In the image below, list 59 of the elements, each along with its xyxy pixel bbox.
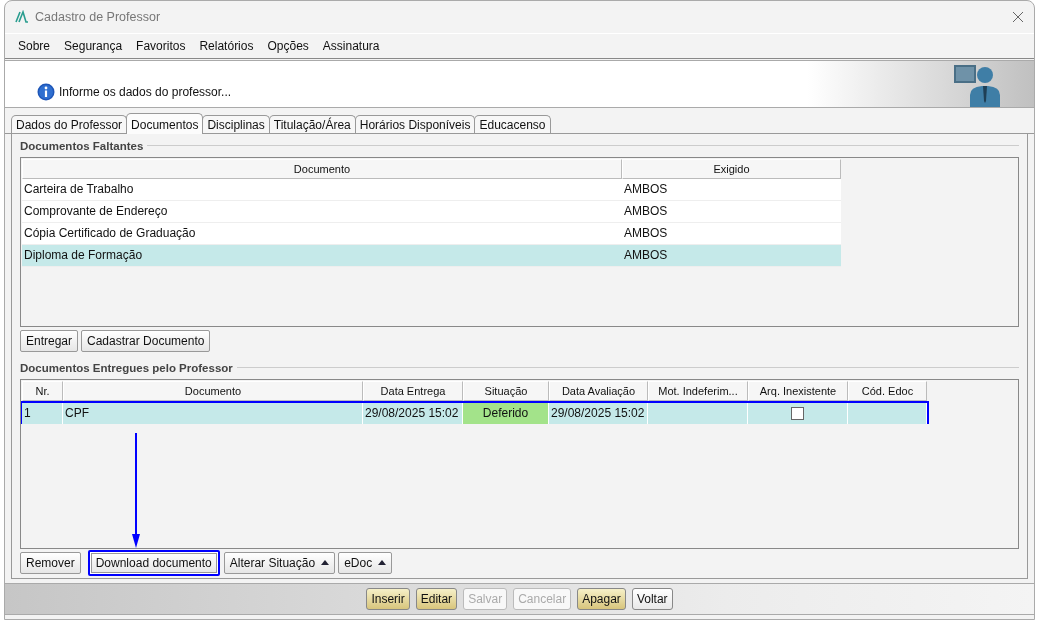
- tab[interactable]: Educacenso: [474, 114, 551, 133]
- status-cell: Deferido: [463, 402, 549, 424]
- menu-item[interactable]: Opções: [260, 39, 316, 54]
- table-row[interactable]: Cópia Certificado de Graduação AMBOS: [22, 222, 841, 245]
- column-header: Situação: [463, 380, 549, 401]
- header-message: Informe os dados do professor...: [59, 85, 232, 100]
- app-logo-icon: [15, 10, 29, 25]
- column-header: Data Avaliação: [549, 380, 648, 401]
- close-icon[interactable]: [1012, 11, 1024, 24]
- table-cell-text: Diploma de Formação: [23, 247, 144, 264]
- table-row[interactable]: Comprovante de Endereço AMBOS: [22, 200, 841, 223]
- dropdown-button[interactable]: Alterar Situação: [223, 551, 336, 574]
- tab[interactable]: Titulação/Área: [268, 114, 356, 133]
- table-row[interactable]: Carteira de Trabalho AMBOS: [22, 178, 841, 201]
- tab[interactable]: Dados do Professor: [11, 114, 128, 133]
- button[interactable]: Entregar: [20, 329, 79, 352]
- window-title: Cadastro de Professor: [35, 10, 161, 25]
- table-cell-text: Cópia Certificado de Graduação: [23, 225, 197, 242]
- column-header: Cód. Edoc: [848, 380, 927, 401]
- table-cell-text: AMBOS: [623, 247, 669, 264]
- table-cell-text: Comprovante de Endereço: [23, 203, 169, 220]
- info-icon: [37, 83, 55, 102]
- column-header: Exigido: [622, 158, 841, 179]
- dropdown-button[interactable]: eDoc: [338, 551, 393, 574]
- action-button[interactable]: Editar: [415, 587, 458, 610]
- caret-icon: [378, 559, 387, 566]
- action-button[interactable]: Inserir: [366, 587, 410, 610]
- caret-icon: [321, 559, 330, 566]
- table-cell: CPF: [63, 402, 363, 424]
- table-cell-text: AMBOS: [623, 203, 669, 220]
- column-header: Data Entrega: [363, 380, 463, 401]
- table-cell-text: Carteira de Trabalho: [23, 181, 135, 198]
- menu-item[interactable]: Sobre: [11, 39, 58, 54]
- action-button[interactable]: Apagar: [577, 587, 626, 610]
- tab[interactable]: Horários Disponíveis: [354, 114, 476, 133]
- checkbox[interactable]: [791, 406, 804, 420]
- column-header: Mot. Indeferim...: [648, 380, 748, 401]
- button[interactable]: Cadastrar Documento: [81, 329, 211, 352]
- column-header: Documento: [22, 158, 622, 179]
- button[interactable]: Download documento: [87, 549, 220, 576]
- menu-item[interactable]: Assinatura: [315, 39, 387, 54]
- column-header: Nr.: [22, 380, 63, 401]
- column-header: Documento: [63, 380, 363, 401]
- table-cell: 29/08/2025 15:02: [549, 402, 648, 424]
- table-cell-text: AMBOS: [623, 181, 669, 198]
- tab[interactable]: Disciplinas: [202, 114, 270, 133]
- table-row[interactable]: 1 CPF 29/08/2025 15:02 Deferido 29/08/2025 15:02: [21, 400, 929, 424]
- action-button[interactable]: Voltar: [631, 587, 673, 610]
- tab[interactable]: Documentos: [126, 112, 204, 134]
- menu-item[interactable]: Segurança: [57, 39, 130, 54]
- column-header: Arq. Inexistente: [748, 380, 848, 401]
- menu-item[interactable]: Relatórios: [192, 39, 261, 54]
- group-title: Documentos Entregues pelo Professor: [20, 361, 233, 374]
- group-title: Documentos Faltantes: [20, 139, 144, 152]
- table-cell-text: AMBOS: [623, 225, 669, 242]
- table-cell: 1: [22, 402, 63, 424]
- table-row[interactable]: Diploma de Formação AMBOS: [22, 244, 841, 267]
- menu-item[interactable]: Favoritos: [129, 39, 193, 54]
- button[interactable]: Remover: [20, 551, 81, 574]
